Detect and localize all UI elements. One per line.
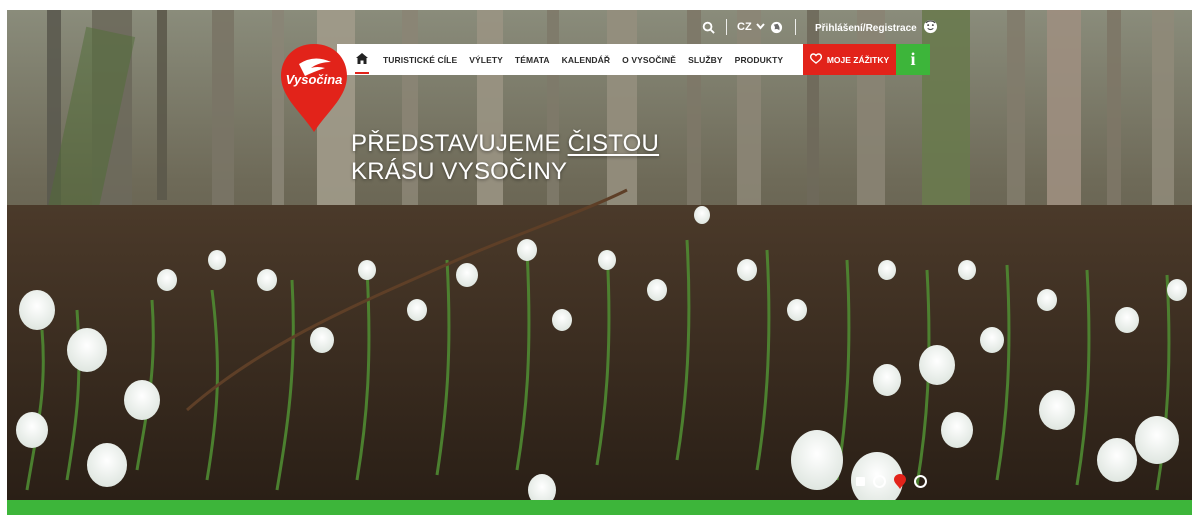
- headline-line2: KRÁSU VYSOČINY: [351, 158, 568, 185]
- nav-item-sluzby[interactable]: SLUŽBY: [682, 55, 729, 65]
- nav-item-vylety[interactable]: VÝLETY: [463, 55, 509, 65]
- utility-bar: CZ: [700, 10, 796, 44]
- login-link[interactable]: Přihlášení/Registrace: [815, 19, 938, 37]
- nav-item-produkty[interactable]: PRODUKTY: [729, 55, 790, 65]
- heart-icon: [809, 53, 822, 66]
- hero-headline: PŘEDSTAVUJEME ČISTOU KRÁSU VYSOČINY: [351, 130, 659, 186]
- slider-dot-3-active[interactable]: [894, 474, 906, 489]
- slider-dot-4[interactable]: [914, 475, 927, 488]
- divider: [726, 19, 727, 35]
- hero-forest-image: [7, 10, 1192, 500]
- slider-dot-1[interactable]: [856, 477, 865, 486]
- chevron-down-icon: [755, 21, 765, 33]
- info-button[interactable]: i: [896, 44, 930, 75]
- hero-banner: [7, 10, 1192, 500]
- language-code: CZ: [737, 21, 752, 33]
- vysocina-logo-pin[interactable]: [279, 42, 349, 134]
- nav-item-o-vysocine[interactable]: O VYSOČINĚ: [616, 55, 682, 65]
- logo-text: Vysočina: [285, 72, 343, 87]
- main-navigation: TURISTICKÉ CÍLE VÝLETY TÉMATA KALENDÁŘ O…: [337, 44, 803, 75]
- nav-item-turisticke-cile[interactable]: TURISTICKÉ CÍLE: [377, 55, 463, 65]
- divider: [794, 19, 796, 35]
- green-footer-strip: [7, 500, 1192, 515]
- headline-prefix: PŘEDSTAVUJEME: [351, 130, 568, 157]
- home-icon: [356, 51, 368, 69]
- headline-highlight-link[interactable]: ČISTOU: [568, 130, 659, 157]
- login-label: Přihlášení/Registrace: [815, 22, 917, 34]
- nav-home[interactable]: [351, 44, 373, 75]
- slider-dot-2[interactable]: [873, 475, 886, 488]
- nav-item-temata[interactable]: TÉMATA: [509, 55, 556, 65]
- smiley-user-icon: [923, 19, 938, 37]
- moje-zazitky-label: MOJE ZÁŽITKY: [826, 54, 890, 65]
- search-icon[interactable]: [700, 19, 716, 35]
- slider-pagination: [856, 474, 927, 489]
- info-icon: i: [910, 49, 916, 69]
- moje-zazitky-button[interactable]: MOJE ZÁŽITKY: [803, 44, 896, 75]
- language-selector[interactable]: CZ: [737, 19, 785, 35]
- active-underline: [355, 72, 369, 74]
- globe-icon: [769, 19, 785, 35]
- nav-item-kalendar[interactable]: KALENDÁŘ: [556, 55, 617, 65]
